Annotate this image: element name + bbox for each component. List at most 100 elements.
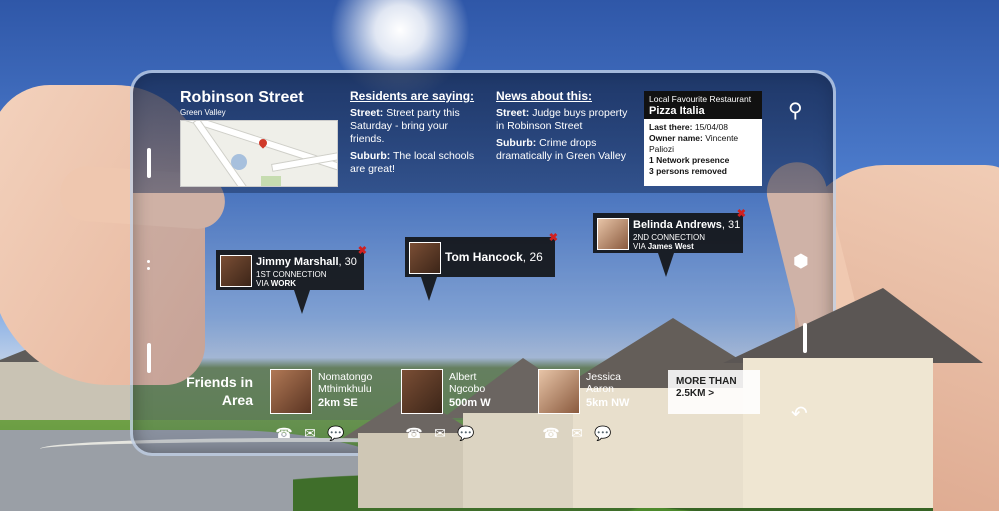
location-map[interactable] — [180, 120, 338, 187]
friends-in-area-label: Friends in Area — [178, 373, 253, 409]
news-heading[interactable]: News about this: — [496, 89, 592, 103]
tag-connection: 2ND CONNECTION — [633, 233, 706, 242]
restaurant-card-title: Local Favourite Restaurant — [649, 94, 752, 104]
mail-icon[interactable]: ✉ — [297, 425, 323, 442]
friends-label-line1: Friends in — [186, 374, 253, 390]
chat-icon[interactable]: 💬 — [590, 425, 616, 442]
friend-card[interactable]: Nomatongo Mthimkhulu 2km SE — [270, 369, 400, 414]
undo-arrow-icon[interactable]: ↶ — [791, 401, 808, 426]
tag-age: , 30 — [338, 256, 357, 268]
phone-icon[interactable]: ☎ — [401, 425, 427, 442]
friend-last-name: Aaron — [586, 383, 615, 395]
residents-heading[interactable]: Residents are saying: — [350, 89, 474, 103]
close-icon[interactable]: ✖ — [549, 231, 558, 244]
camera-background: Robinson Street Green Valley Residents a… — [0, 0, 999, 511]
tag-name-line: Jimmy Marshall, 30 — [256, 256, 357, 268]
restaurant-network: 1 Network presence — [649, 155, 757, 166]
restaurant-removed: 3 persons removed — [649, 166, 757, 177]
avatar — [220, 255, 252, 287]
friends-label-line2: Area — [221, 392, 253, 408]
avatar — [597, 218, 629, 250]
friend-first-name: Albert — [449, 371, 477, 383]
tag-via-value: James West — [647, 242, 694, 251]
restaurant-name: Pizza Italia — [649, 105, 705, 117]
close-icon[interactable]: ✖ — [737, 207, 746, 220]
friend-actions: ☎ ✉ 💬 — [401, 425, 479, 442]
network-presence: 1 Network presence — [649, 155, 730, 165]
news-street-label: Street: — [496, 107, 530, 119]
last-there-value: 15/04/08 — [694, 122, 728, 132]
restaurant-card[interactable]: Local Favourite Restaurant Pizza Italia … — [644, 91, 762, 186]
avatar — [409, 242, 441, 274]
more-line2: 2.5KM > — [676, 388, 715, 399]
tag-via-label: VIA — [256, 279, 269, 288]
owner-label: Owner name: — [649, 133, 703, 143]
restaurant-owner: Owner name: Vincente Paliozi — [649, 133, 757, 155]
residents-street-label: Street: — [350, 107, 384, 119]
indicator-dot — [147, 260, 150, 263]
left-side-button[interactable] — [147, 343, 151, 373]
friend-last-name: Ngcobo — [449, 383, 486, 395]
friend-distance: 500m W — [449, 397, 491, 409]
right-side-button[interactable] — [803, 323, 807, 353]
tag-name: Jimmy Marshall — [256, 256, 339, 268]
tag-name: Tom Hancock — [445, 250, 523, 264]
mail-icon[interactable]: ✉ — [564, 425, 590, 442]
phone-icon[interactable]: ☎ — [538, 425, 564, 442]
friend-card[interactable]: Albert Ngcobo 500m W — [401, 369, 531, 414]
tag-name: Belinda Andrews — [633, 219, 722, 231]
restaurant-details: Last there: 15/04/08 Owner name: Vincent… — [644, 119, 762, 180]
friend-name: Albert Ngcobo — [449, 371, 485, 395]
avatar — [270, 369, 312, 414]
friend-actions: ☎ ✉ 💬 — [271, 425, 349, 442]
indicator-dot — [147, 267, 150, 270]
avatar — [401, 369, 443, 414]
chat-icon[interactable]: 💬 — [323, 425, 349, 442]
chat-icon[interactable]: 💬 — [453, 425, 479, 442]
persons-removed: 3 persons removed — [649, 166, 727, 176]
tag-pointer — [294, 290, 310, 314]
tag-via-value: WORK — [270, 279, 297, 288]
mail-icon[interactable]: ✉ — [427, 425, 453, 442]
tag-pointer — [421, 277, 437, 301]
friend-first-name: Nomatongo — [318, 371, 373, 383]
tag-age: , 26 — [522, 250, 543, 264]
friend-card[interactable]: Jessica Aaron 5km NW — [538, 369, 668, 414]
friend-distance: 5km NW — [586, 397, 630, 409]
person-tag-belinda[interactable]: Belinda Andrews, 31 2ND CONNECTION VIA J… — [593, 208, 746, 277]
house-wall — [743, 358, 933, 508]
restaurant-last-there: Last there: 15/04/08 — [649, 122, 757, 133]
magnifier-icon[interactable]: ⚲ — [788, 98, 803, 123]
residents-comments: Street: Street party this Saturday - bri… — [350, 107, 485, 176]
hexagon-icon[interactable]: ⬢ — [793, 251, 809, 272]
friend-name: Jessica Aaron — [586, 371, 621, 395]
tag-via-label: VIA — [633, 242, 646, 251]
tag-age: , 31 — [721, 219, 741, 231]
friend-last-name: Mthimkhulu — [318, 383, 372, 395]
tag-name-line: Tom Hancock, 26 — [445, 250, 543, 264]
tag-name-line: Belinda Andrews, 31 — [633, 219, 740, 231]
friend-first-name: Jessica — [586, 371, 622, 383]
left-side-button[interactable] — [147, 148, 151, 178]
tag-connection: 1ST CONNECTION — [256, 270, 327, 279]
news-items: Street: Judge buys property in Robinson … — [496, 107, 636, 163]
street-title: Robinson Street — [180, 89, 304, 106]
person-tag-jimmy[interactable]: Jimmy Marshall, 30 1ST CONNECTION VIA WO… — [216, 245, 367, 314]
tag-pointer — [658, 253, 674, 277]
tag-via: VIA James West — [633, 242, 694, 251]
close-icon[interactable]: ✖ — [358, 244, 367, 257]
restaurant-header: Local Favourite Restaurant Pizza Italia — [644, 91, 762, 119]
house-wall — [358, 433, 468, 508]
person-tag-tom[interactable]: Tom Hancock, 26 ✖ — [405, 232, 558, 301]
ar-device-screen: Robinson Street Green Valley Residents a… — [130, 70, 983, 511]
last-there-label: Last there: — [649, 122, 693, 132]
map-park — [261, 176, 281, 186]
residents-suburb-label: Suburb: — [350, 150, 391, 162]
news-suburb-label: Suburb: — [496, 137, 537, 149]
more-line1: MORE THAN — [676, 376, 737, 387]
tag-via: VIA WORK — [256, 279, 296, 288]
phone-icon[interactable]: ☎ — [271, 425, 297, 442]
more-than-button[interactable]: MORE THAN 2.5KM > — [668, 370, 760, 414]
house-roof — [723, 288, 983, 363]
friend-actions: ☎ ✉ 💬 — [538, 425, 616, 442]
